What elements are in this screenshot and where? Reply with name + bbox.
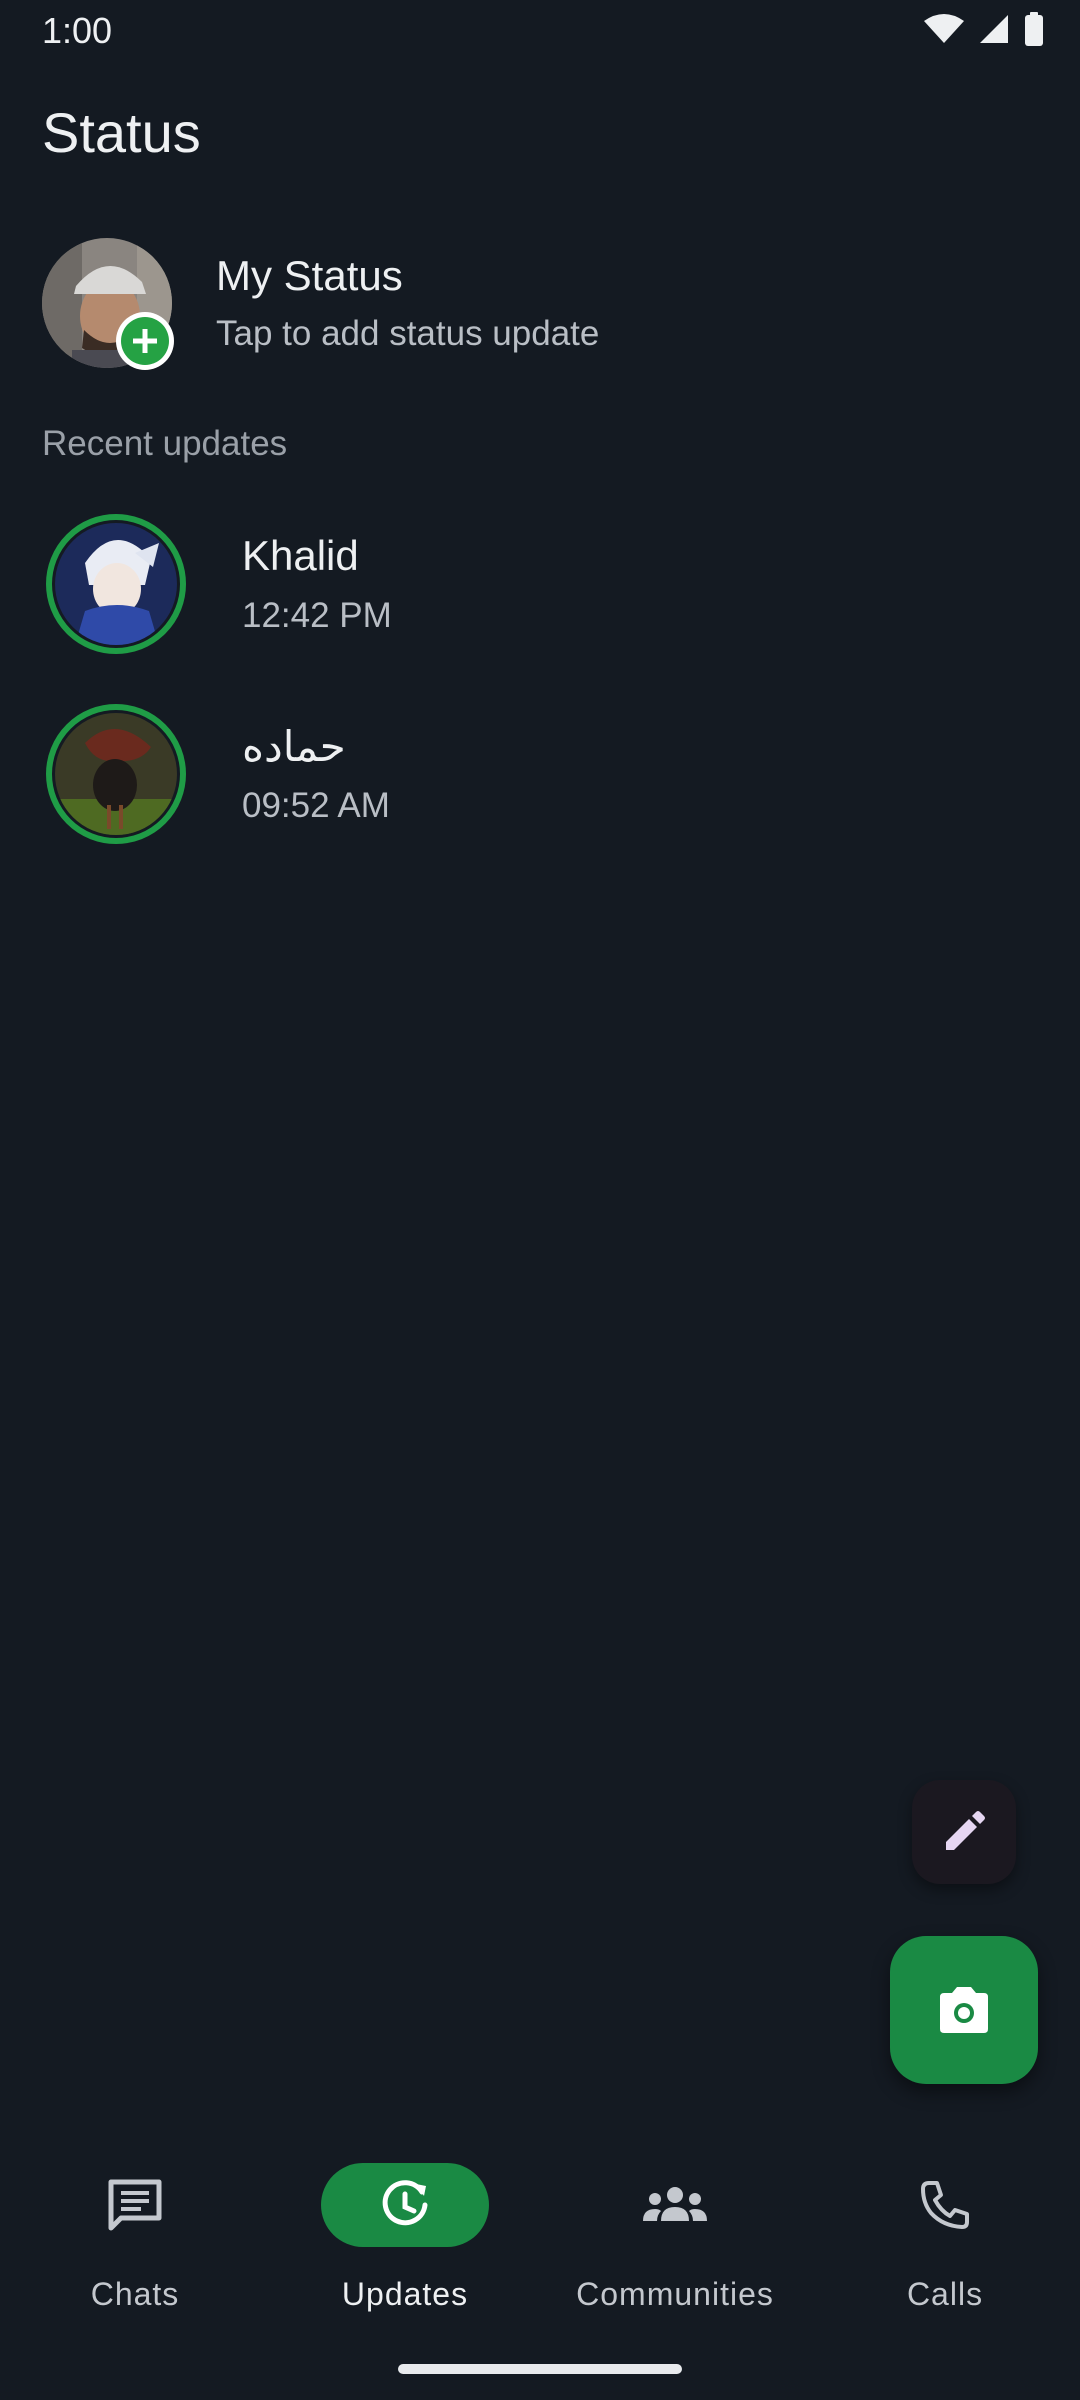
communities-icon bbox=[643, 2187, 707, 2221]
contact-name: Khalid bbox=[242, 532, 359, 579]
pencil-icon bbox=[946, 1811, 985, 1850]
camera-icon bbox=[940, 1987, 988, 2033]
text-status-button[interactable] bbox=[912, 1780, 1016, 1884]
status-ring[interactable] bbox=[46, 704, 186, 844]
camera-status-button[interactable] bbox=[890, 1936, 1038, 2084]
contact-name: حماده bbox=[242, 723, 346, 770]
nav-chats[interactable]: Chats bbox=[0, 2130, 270, 2330]
my-status-subtitle: Tap to add status update bbox=[216, 314, 600, 353]
chat-icon bbox=[108, 2179, 162, 2231]
home-indicator[interactable] bbox=[398, 2364, 682, 2374]
updates-icon bbox=[382, 2180, 428, 2226]
contact-avatar bbox=[55, 523, 177, 645]
nav-chats-pill[interactable] bbox=[51, 2163, 219, 2247]
status-ring[interactable] bbox=[46, 514, 186, 654]
status-item[interactable]: Khalid 12:42 PM bbox=[42, 514, 1038, 674]
clock: 1:00 bbox=[42, 10, 113, 51]
nav-calls[interactable]: Calls bbox=[810, 2130, 1080, 2330]
status-time: 12:42 PM bbox=[242, 596, 392, 635]
nav-calls-label: Calls bbox=[906, 2276, 984, 2312]
my-status-row[interactable]: My Status Tap to add status update bbox=[42, 238, 1038, 370]
status-item[interactable]: حماده 09:52 AM bbox=[42, 704, 1038, 864]
nav-calls-pill[interactable] bbox=[861, 2163, 1029, 2247]
status-icons bbox=[924, 12, 1044, 46]
nav-communities[interactable]: Communities bbox=[540, 2130, 810, 2330]
battery-icon bbox=[1025, 12, 1043, 46]
status-time: 09:52 AM bbox=[242, 786, 390, 825]
recent-updates-label: Recent updates bbox=[42, 424, 288, 463]
contact-avatar bbox=[55, 713, 177, 835]
my-status-title: My Status bbox=[216, 252, 403, 299]
status-screen: 1:00 Status My Status Tap to add status … bbox=[0, 0, 1080, 2400]
plus-icon bbox=[133, 329, 157, 353]
wifi-icon bbox=[924, 14, 964, 43]
nav-communities-label: Communities bbox=[576, 2276, 774, 2312]
bottom-navigation: Chats Updates Communities Calls bbox=[0, 2130, 1080, 2330]
page-title: Status bbox=[42, 101, 201, 164]
status-bar: 1:00 bbox=[0, 0, 1080, 62]
nav-communities-pill[interactable] bbox=[591, 2163, 759, 2247]
nav-chats-label: Chats bbox=[90, 2276, 180, 2312]
nav-updates-label: Updates bbox=[341, 2276, 469, 2312]
nav-updates-pill[interactable] bbox=[321, 2163, 489, 2247]
phone-icon bbox=[921, 2181, 969, 2229]
signal-icon bbox=[980, 15, 1008, 43]
nav-updates[interactable]: Updates bbox=[270, 2130, 540, 2330]
add-status-badge[interactable] bbox=[116, 312, 174, 370]
